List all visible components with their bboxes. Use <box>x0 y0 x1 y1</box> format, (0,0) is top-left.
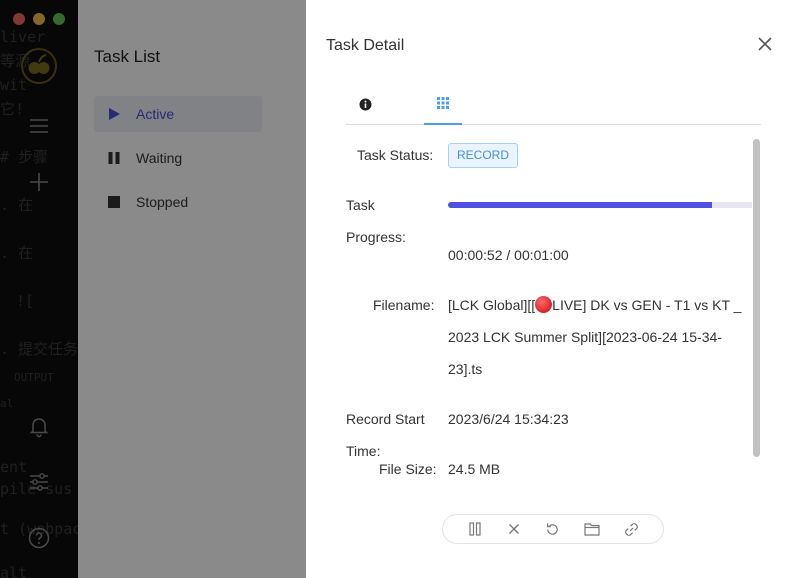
status-badge: RECORD <box>448 143 519 168</box>
info-icon <box>359 98 371 110</box>
scrollbar-thumb[interactable] <box>753 139 760 457</box>
record-start-value: 2023/6/24 15:34:23 <box>448 411 569 427</box>
file-size-label: File Size: <box>379 461 437 477</box>
cancel-button[interactable] <box>504 519 524 539</box>
pause-button[interactable] <box>465 519 485 539</box>
task-progress-label-line2: Progress: <box>346 229 406 245</box>
progress-time: 00:00:52 / 00:01:00 <box>448 247 569 263</box>
task-actions-bar <box>442 514 664 544</box>
tab-grid[interactable] <box>424 83 462 125</box>
task-progress-label-line1: Task <box>346 197 375 213</box>
retry-button[interactable] <box>543 519 563 539</box>
file-size-value: 24.5 MB <box>448 461 501 477</box>
progress-bar <box>448 202 752 208</box>
close-icon[interactable] <box>755 34 775 54</box>
retry-icon <box>547 522 559 535</box>
link-icon <box>624 522 638 536</box>
drawer-title: Task Detail <box>326 37 405 54</box>
filename-text-start: [LCK Global][[ <box>448 297 536 313</box>
modal-backdrop[interactable] <box>0 0 306 578</box>
folder-icon <box>584 523 600 536</box>
record-start-label-line1: Record Start <box>346 411 425 427</box>
copy-link-button[interactable] <box>621 519 641 539</box>
open-folder-button[interactable] <box>582 519 602 539</box>
filename-value: [LCK Global][[LIVE] DK vs GEN - T1 vs KT… <box>448 289 748 385</box>
grid-icon <box>437 97 449 109</box>
red-circle-icon <box>535 296 553 313</box>
detail-tabs <box>346 83 761 125</box>
cancel-icon <box>508 524 519 534</box>
record-start-label-line2: Time: <box>346 443 381 459</box>
task-status-label: Task Status: <box>357 147 434 163</box>
progress-bar-fill <box>448 202 712 208</box>
task-detail-drawer: Task Detail Task Status: RECORD Task Pro… <box>306 0 801 578</box>
filename-label: Filename: <box>373 297 435 313</box>
pause-icon <box>468 522 481 536</box>
tab-info[interactable] <box>346 83 384 125</box>
